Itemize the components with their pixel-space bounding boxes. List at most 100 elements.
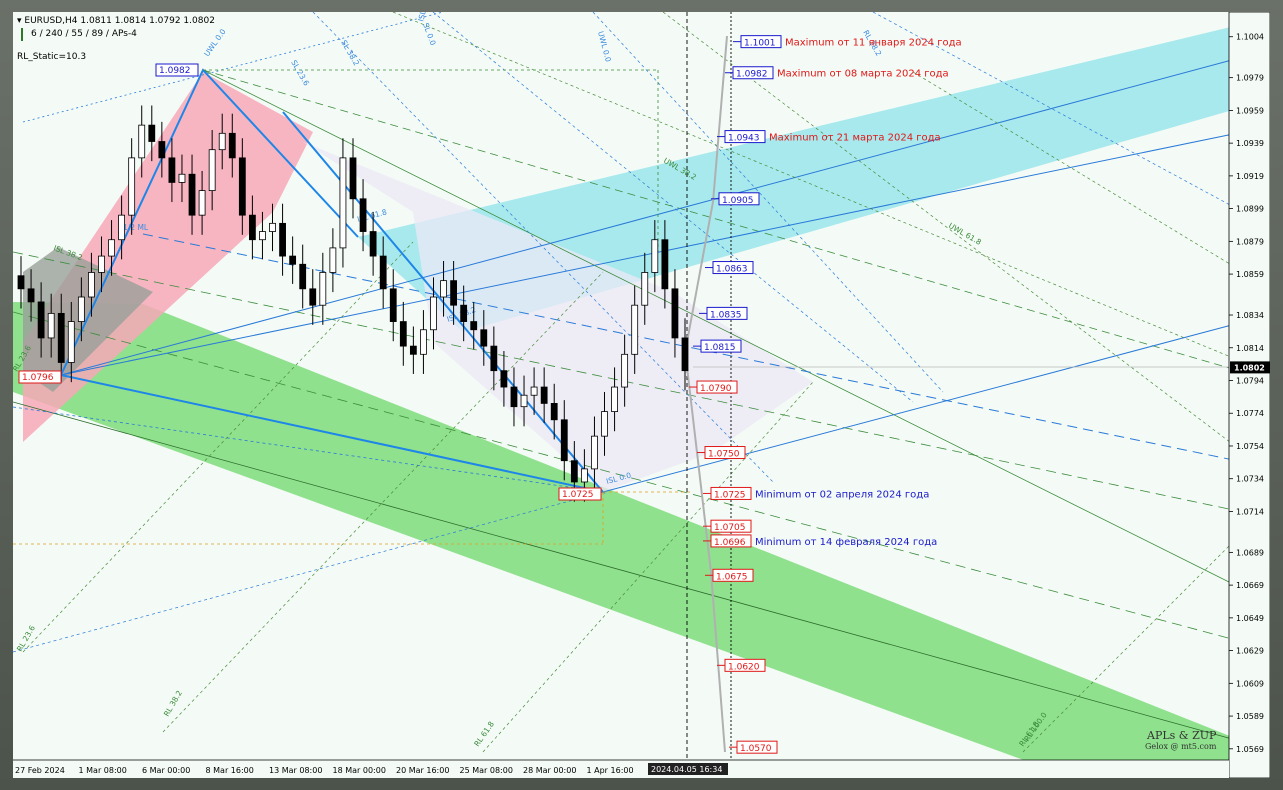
collapse-triangle-icon[interactable]: ▾ [17,16,22,26]
level-label: UWL 61.8 [947,221,983,247]
candle-body [228,132,236,159]
watermark-subtitle: Gelox @ mt5.com [1145,742,1217,751]
price-box-value: 1.1001 [744,39,776,49]
candle-body [88,272,95,298]
price-box-note: Maximum от 21 марта 2024 года [769,133,941,144]
price-box-value: 1.0943 [728,134,760,144]
candle-body [158,141,166,159]
candle-body [490,345,498,372]
candle-body [520,394,528,408]
price-tick-label: 1.0859 [1236,270,1264,279]
candle-body [118,214,126,241]
terminal-frame: UWL 0.0 RL 23.6 RL 38.2 ISL 61.8 SL 0.0 RL 61… [0,0,1283,790]
candle-body [681,337,689,372]
price-tick-label: 1.0569 [1236,745,1264,754]
price-axis-background [1228,12,1270,778]
price-tick-label: 1.0834 [1236,311,1264,320]
price-box-value: 1.0620 [728,662,760,672]
candle-body [339,157,347,249]
candle-body [248,214,256,241]
candle-body [128,157,136,216]
price-tick-label: 1.0774 [1236,409,1264,418]
candle-body [47,312,55,339]
candle-body [420,329,427,355]
candle-body [570,460,578,483]
candle-body [510,386,518,408]
candle-body [168,157,176,183]
candle-body [178,173,186,183]
level-label: SL 38.2 [339,39,361,68]
candle-body [208,149,216,192]
time-tick-label: 8 Mar 16:00 [206,766,254,775]
price-chart[interactable]: UWL 0.0 RL 23.6 RL 38.2 ISL 61.8 SL 0.0 RL 61… [13,12,1270,778]
pivot-value: 1.0725 [562,490,594,500]
time-tick-label: 28 Mar 00:00 [523,766,576,775]
candle-body [409,345,417,355]
time-tick-label: 1 Mar 08:00 [79,766,127,775]
price-tick-label: 1.0649 [1236,614,1264,623]
candle-body [560,419,568,462]
price-box-value: 1.0750 [708,450,740,460]
candle-body [641,272,649,306]
price-tick-label: 1.0979 [1236,74,1264,83]
candle-body [530,386,538,396]
candle-body [550,403,558,421]
static-line: RL_Static=10.3 [17,52,87,62]
price-box-note: Minimum от 02 апреля 2024 года [755,489,929,500]
candle-body [621,353,629,388]
pivot-value: 1.0982 [159,66,191,76]
current-price-label: 1.0802 [1234,363,1265,372]
candle-body [329,247,337,273]
indicator-info: 6 / 240 / 55 / 89 / APs-4 [31,29,137,39]
candle-body [500,370,508,388]
candle-body [289,255,297,265]
candle-body [319,272,327,306]
price-box-value: 1.0982 [736,70,768,80]
level-label: UWL 0.0 [596,30,613,63]
time-tick-label: 25 Mar 08:00 [460,766,513,775]
candle-body [77,296,85,322]
candle-body [138,124,146,159]
candle-body [37,301,45,339]
candle-body [148,124,156,142]
candle-body [359,198,367,232]
candle-body [259,231,266,241]
price-box-note: Maximum от 11 января 2024 года [785,38,962,49]
candle-body [299,263,307,290]
time-tick-label: 6 Mar 00:00 [142,766,190,775]
time-tick-label: 27 Feb 2024 [15,766,65,775]
candle-body [651,239,659,273]
candle-body [188,173,196,216]
time-tick-label: 1 Apr 16:00 [587,766,634,775]
price-box-value: 1.0570 [740,744,772,754]
candle-body [389,288,397,322]
candle-body [661,239,669,290]
candle-body [591,435,598,470]
price-tick-label: 1.0689 [1236,548,1264,557]
candle-body [450,280,458,306]
candle-body [198,190,206,216]
price-box-value: 1.0790 [700,384,732,394]
level-label: 1/2 ML [123,223,149,232]
candle-body [480,329,488,347]
price-tick-label: 1.0754 [1236,442,1264,451]
chart-canvas[interactable]: UWL 0.0RL 23.6RL 38.2ISL 61.8SL 0.0RL 61… [13,12,1270,778]
price-tick-label: 1.0919 [1236,172,1264,181]
price-tick-label: 1.0589 [1236,712,1264,721]
candle-body [279,222,286,257]
price-tick-label: 1.0879 [1236,237,1264,246]
price-box-value: 1.0705 [714,523,746,533]
candle-body [349,157,357,200]
price-axis: 1.1004 1.0979 1.0959 1.0939 1.0919 1.0899 1.08… [1228,12,1270,778]
candle-body [269,222,276,232]
price-tick-label: 1.0959 [1236,106,1264,115]
price-box-note: Minimum от 14 февраля 2024 года [755,537,937,548]
watermark: APLs & ZUP Gelox @ mt5.com [1145,729,1216,751]
candle-body [218,132,226,151]
price-box-value: 1.0696 [714,538,746,548]
level-label: RL 61.8 [472,719,496,748]
candle-body [671,288,679,339]
candle-body [430,296,437,331]
price-tick-label: 1.0814 [1236,344,1264,353]
candle-body [17,275,25,290]
